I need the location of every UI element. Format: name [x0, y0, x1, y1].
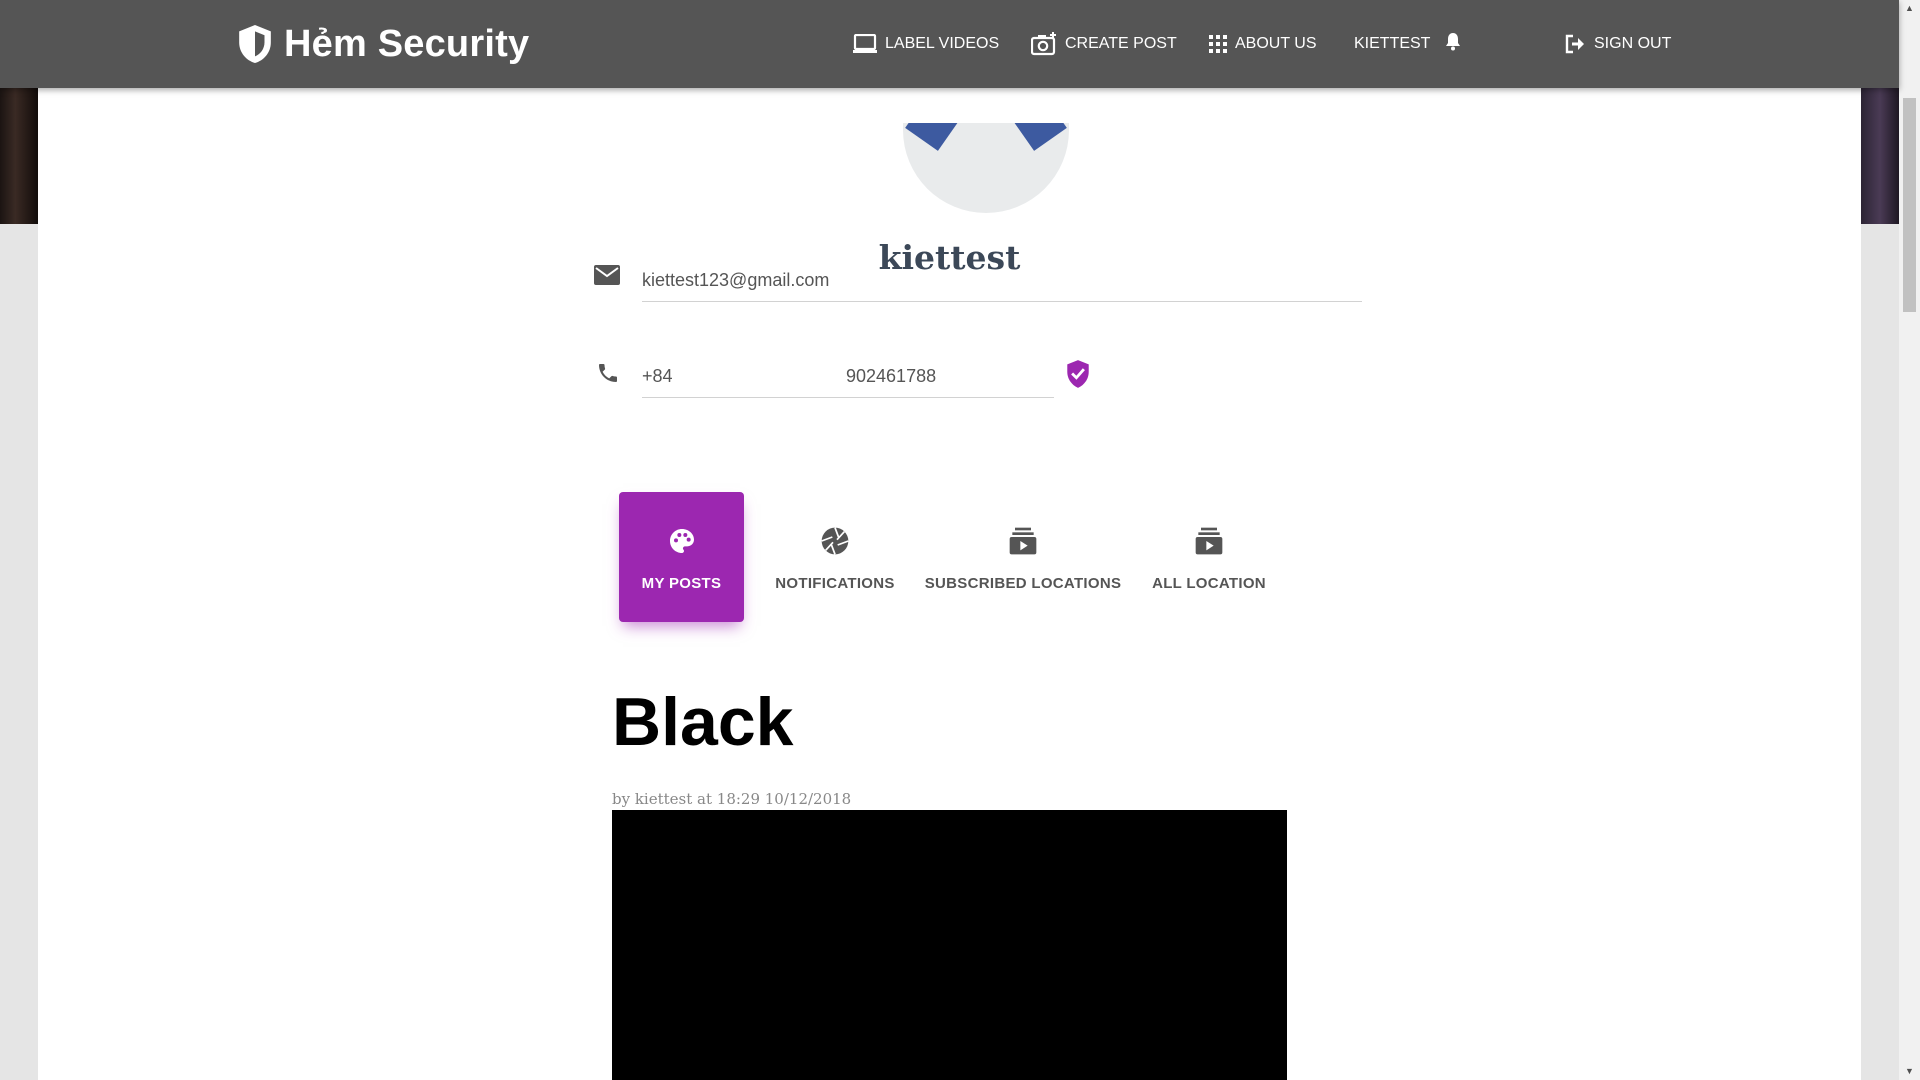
- phone-number-value: 902461788: [846, 366, 937, 386]
- camera-shutter-icon: [821, 527, 849, 555]
- profile-card: kiettest kiettest123@gmail.com +84 90246…: [38, 88, 1861, 1080]
- nav-sign-out-label: SIGN OUT: [1594, 35, 1672, 52]
- top-navbar: Hẻm Security LABEL VIDEOS CREATE POST AB…: [0, 0, 1899, 88]
- tab-notifications-label: NOTIFICATIONS: [775, 575, 895, 592]
- nav-username-label: KIETTEST: [1354, 35, 1431, 52]
- phone-country-code-value: +84: [642, 366, 673, 386]
- grid-icon: [1209, 35, 1227, 53]
- tab-my-posts[interactable]: MY POSTS: [619, 492, 744, 622]
- avatar: [903, 123, 1069, 213]
- nav-label-videos-label: LABEL VIDEOS: [885, 35, 1000, 52]
- nav-create-post-label: CREATE POST: [1065, 35, 1177, 52]
- laptop-icon: [853, 34, 877, 53]
- phone-number-field[interactable]: 902461788: [846, 366, 1054, 398]
- tab-notifications[interactable]: NOTIFICATIONS: [761, 492, 909, 622]
- scroll-down-arrow-icon[interactable]: ▼: [1899, 1063, 1920, 1080]
- sign-out-icon: [1565, 34, 1584, 54]
- bell-icon: [1446, 33, 1460, 51]
- brand-logo-link[interactable]: Hẻm Security: [236, 20, 529, 68]
- notification-bell[interactable]: [1444, 24, 1470, 60]
- tab-my-posts-label: MY POSTS: [641, 575, 722, 592]
- nav-user-account[interactable]: KIETTEST: [1354, 26, 1430, 62]
- phone-country-code-field[interactable]: +84: [642, 366, 850, 398]
- phone-icon: [599, 364, 617, 382]
- nav-about-us[interactable]: ABOUT US: [1209, 26, 1317, 62]
- post-meta: by kiettest at 18:29 10/12/2018: [612, 790, 852, 808]
- palette-icon: [669, 529, 694, 553]
- post-video[interactable]: [612, 810, 1287, 1080]
- scroll-thumb[interactable]: [1903, 98, 1916, 312]
- subscriptions-icon: [1195, 527, 1223, 555]
- avatar-shape-right: [1011, 123, 1067, 151]
- post-title: Black: [612, 684, 794, 760]
- nav-sign-out[interactable]: SIGN OUT: [1564, 26, 1671, 62]
- subscriptions-icon: [1009, 527, 1037, 555]
- tab-subscribed-locations[interactable]: SUBSCRIBED LOCATIONS: [918, 492, 1128, 622]
- brand-name: Hẻm Security: [284, 22, 530, 65]
- nav-label-videos[interactable]: LABEL VIDEOS: [853, 26, 999, 62]
- camera-add-icon: [1031, 32, 1056, 56]
- verified-shield-icon: [1067, 360, 1089, 388]
- tab-all-location-label: ALL LOCATION: [1152, 575, 1266, 592]
- email-value: kiettest123@gmail.com: [642, 270, 830, 290]
- page-scrollbar[interactable]: ▲ ▼: [1899, 0, 1920, 1080]
- email-field[interactable]: kiettest123@gmail.com: [642, 270, 1362, 302]
- tab-subscribed-locations-label: SUBSCRIBED LOCATIONS: [924, 575, 1122, 592]
- shield-icon: [239, 25, 271, 63]
- tab-all-location[interactable]: ALL LOCATION: [1134, 492, 1284, 622]
- email-icon: [594, 265, 620, 285]
- scroll-up-arrow-icon[interactable]: ▲: [1899, 0, 1920, 17]
- avatar-shape-left: [905, 123, 961, 151]
- nav-about-us-label: ABOUT US: [1235, 35, 1317, 52]
- nav-create-post[interactable]: CREATE POST: [1031, 26, 1177, 62]
- page-background: [1861, 224, 1899, 1080]
